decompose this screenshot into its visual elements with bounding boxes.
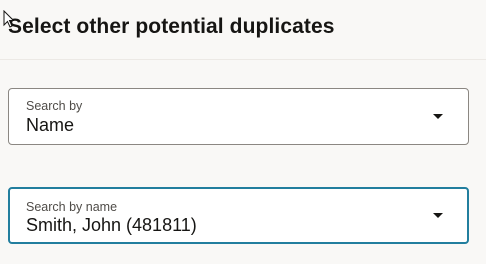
chevron-down-icon[interactable] <box>433 213 443 218</box>
search-by-select[interactable]: Search by Name <box>8 88 469 145</box>
search-by-value: Name <box>26 115 75 135</box>
search-by-name-label: Search by name <box>26 200 118 214</box>
dialog-header: Select other potential duplicates <box>0 0 486 60</box>
mouse-pointer-icon <box>3 10 14 28</box>
chevron-down-icon[interactable] <box>433 114 443 119</box>
search-by-name-value: Smith, John (481811) <box>26 215 197 235</box>
page-title: Select other potential duplicates <box>8 15 335 38</box>
search-by-name-select[interactable]: Search by name Smith, John (481811) <box>8 187 469 244</box>
search-by-label: Search by <box>26 99 83 113</box>
